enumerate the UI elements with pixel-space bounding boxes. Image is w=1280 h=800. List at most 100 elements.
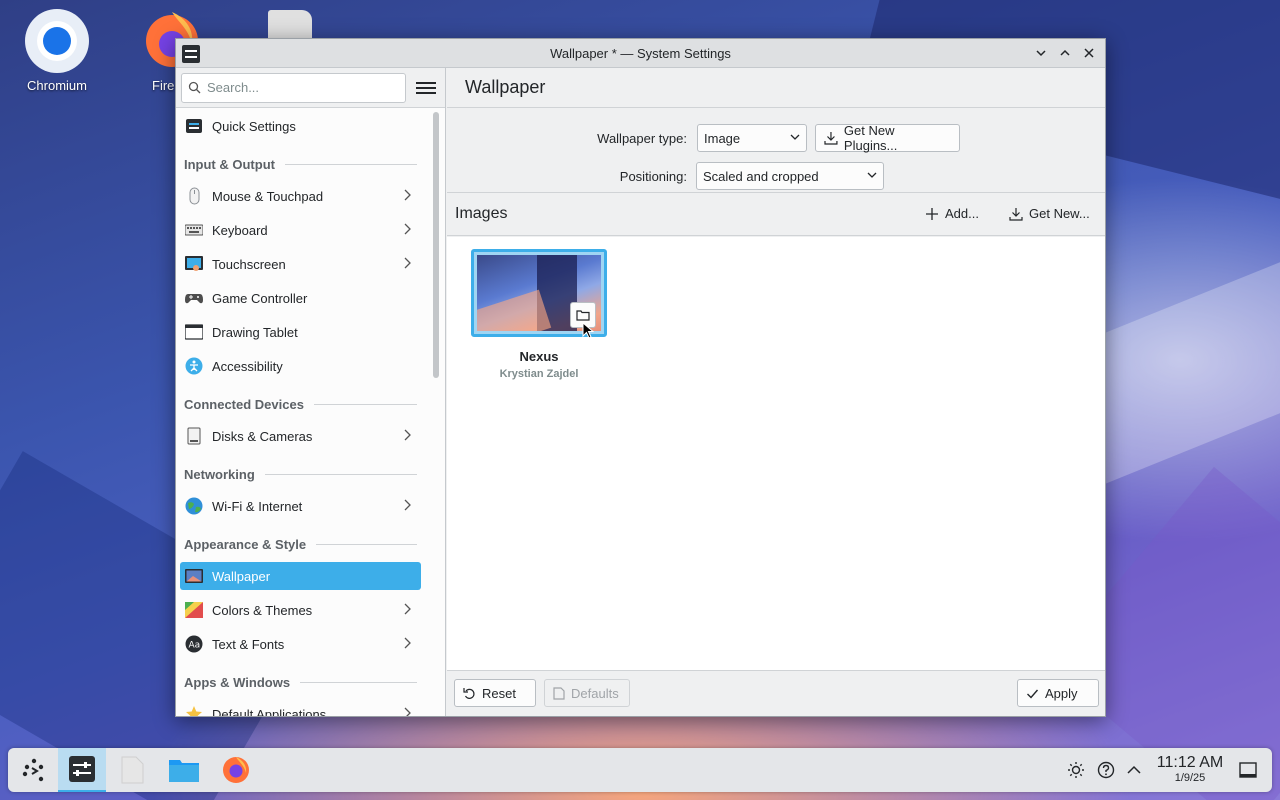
sidebar-item-default-applications[interactable]: Default Applications bbox=[180, 700, 421, 716]
positioning-label: Positioning: bbox=[619, 169, 687, 184]
chevron-down-icon bbox=[790, 133, 800, 144]
system-settings-app-icon[interactable] bbox=[182, 45, 200, 63]
chevron-right-icon bbox=[403, 603, 415, 618]
section-apps-windows: Apps & Windows bbox=[184, 672, 417, 692]
system-settings-icon bbox=[69, 756, 95, 782]
sidebar-item-drawing-tablet[interactable]: Drawing Tablet bbox=[180, 318, 421, 346]
sidebar-item-disks-cameras[interactable]: Disks & Cameras bbox=[180, 422, 421, 450]
accessibility-icon bbox=[185, 357, 203, 375]
window-titlebar[interactable]: Wallpaper * — System Settings bbox=[176, 39, 1105, 68]
close-icon bbox=[1084, 48, 1094, 58]
wallpaper-thumbnail[interactable] bbox=[471, 249, 607, 339]
disk-icon bbox=[185, 427, 203, 445]
wallpaper-form: Wallpaper type: Image Get New Plugins...… bbox=[447, 108, 1105, 193]
svg-text:Aa: Aa bbox=[189, 641, 201, 651]
folder-icon bbox=[576, 310, 590, 321]
positioning-select[interactable]: Scaled and cropped bbox=[696, 162, 884, 190]
launcher-icon bbox=[22, 758, 44, 782]
plus-icon bbox=[926, 207, 938, 220]
keyboard-icon bbox=[185, 221, 203, 239]
apply-button[interactable]: Apply bbox=[1017, 679, 1099, 707]
fonts-icon: Aa bbox=[185, 635, 203, 653]
mouse-icon bbox=[185, 187, 203, 205]
download-icon bbox=[1009, 207, 1023, 221]
gamepad-icon bbox=[185, 289, 203, 307]
chevron-up-icon bbox=[1060, 49, 1070, 56]
firefox-icon bbox=[223, 757, 249, 783]
chevron-right-icon bbox=[403, 429, 415, 444]
show-desktop-button[interactable] bbox=[1238, 760, 1258, 780]
sidebar-item-keyboard[interactable]: Keyboard bbox=[180, 216, 421, 244]
chevron-right-icon bbox=[403, 707, 415, 716]
wallpaper-name: Nexus bbox=[519, 349, 559, 364]
chevron-right-icon bbox=[403, 257, 415, 272]
chevron-up-icon bbox=[1127, 765, 1141, 774]
document-icon bbox=[121, 756, 144, 784]
sidebar-item-mouse-touchpad[interactable]: Mouse & Touchpad bbox=[180, 182, 421, 210]
get-new-wallpapers-button[interactable]: Get New... bbox=[1009, 206, 1090, 221]
system-settings-window: Wallpaper * — System Settings Search... … bbox=[175, 38, 1106, 717]
hamburger-menu-button[interactable] bbox=[416, 78, 436, 98]
dialog-button-bar: Reset Defaults Apply bbox=[447, 670, 1105, 716]
search-input[interactable] bbox=[207, 80, 397, 95]
wallpaper-type-select[interactable]: Image bbox=[697, 124, 807, 152]
chromium-icon bbox=[25, 9, 89, 73]
chevron-right-icon bbox=[403, 637, 415, 652]
close-button[interactable] bbox=[1079, 43, 1099, 63]
sidebar-item-game-controller[interactable]: Game Controller bbox=[180, 284, 421, 312]
sidebar-item-wifi-internet[interactable]: Wi-Fi & Internet bbox=[180, 492, 421, 520]
sidebar-nav: Quick Settings Input & Output Mouse & To… bbox=[176, 109, 429, 716]
star-icon bbox=[185, 705, 203, 716]
sidebar-scrollbar[interactable] bbox=[433, 112, 439, 378]
section-appearance-style: Appearance & Style bbox=[184, 534, 417, 554]
page-title: Wallpaper bbox=[447, 68, 1105, 108]
section-input-output: Input & Output bbox=[184, 154, 417, 174]
get-new-plugins-button[interactable]: Get New Plugins... bbox=[815, 123, 960, 153]
folder-icon bbox=[169, 760, 199, 782]
sidebar-item-touchscreen[interactable]: Touchscreen bbox=[180, 250, 421, 278]
undo-icon bbox=[463, 687, 475, 699]
images-header: Images Add... Get New... bbox=[447, 193, 1105, 236]
sidebar-item-colors-themes[interactable]: Colors & Themes bbox=[180, 596, 421, 624]
search-field[interactable] bbox=[181, 72, 406, 103]
maximize-button[interactable] bbox=[1055, 43, 1075, 63]
sidebar-item-wallpaper[interactable]: Wallpaper bbox=[180, 562, 421, 590]
desktop-file-icon[interactable] bbox=[268, 10, 312, 40]
application-launcher-button[interactable] bbox=[10, 748, 58, 792]
document-icon bbox=[553, 686, 565, 700]
mouse-cursor-icon bbox=[582, 322, 594, 339]
add-image-button[interactable]: Add... bbox=[925, 206, 979, 221]
wallpaper-icon bbox=[185, 567, 203, 585]
reset-button[interactable]: Reset bbox=[454, 679, 536, 707]
sidebar-item-quick-settings[interactable]: Quick Settings bbox=[180, 112, 421, 140]
quick-settings-icon bbox=[185, 117, 203, 135]
sidebar-item-text-fonts[interactable]: Aa Text & Fonts bbox=[180, 630, 421, 658]
taskbar-document[interactable] bbox=[108, 748, 156, 792]
chevron-down-icon bbox=[1036, 50, 1046, 57]
desktop-icon-chromium[interactable]: Chromium bbox=[12, 8, 102, 93]
brightness-icon[interactable] bbox=[1066, 760, 1086, 780]
drawing-tablet-icon bbox=[185, 323, 203, 341]
wallpaper-type-label: Wallpaper type: bbox=[597, 131, 687, 146]
clock-date: 1/9/25 bbox=[1174, 772, 1206, 784]
sidebar-item-accessibility[interactable]: Accessibility bbox=[180, 352, 421, 380]
digital-clock[interactable]: 11:12 AM 1/9/25 bbox=[1150, 754, 1230, 784]
wallpaper-thumbnail-card[interactable]: Nexus Krystian Zajdel bbox=[471, 249, 607, 380]
colors-themes-icon bbox=[185, 601, 203, 619]
help-icon[interactable] bbox=[1096, 760, 1116, 780]
window-title: Wallpaper * — System Settings bbox=[550, 45, 731, 61]
taskbar-firefox[interactable] bbox=[212, 748, 260, 792]
download-icon bbox=[824, 132, 838, 145]
defaults-button[interactable]: Defaults bbox=[544, 679, 630, 707]
wallpaper-grid: Nexus Krystian Zajdel bbox=[447, 237, 1105, 670]
minimize-button[interactable] bbox=[1031, 43, 1051, 63]
desktop-icon-label: Chromium bbox=[27, 78, 87, 93]
taskbar-file-manager[interactable] bbox=[160, 748, 208, 792]
taskbar-system-settings[interactable] bbox=[58, 748, 106, 792]
taskbar: 11:12 AM 1/9/25 bbox=[8, 748, 1272, 792]
globe-icon bbox=[185, 497, 203, 515]
show-desktop-icon bbox=[1239, 762, 1257, 778]
show-hidden-icons-button[interactable] bbox=[1124, 760, 1144, 780]
section-connected-devices: Connected Devices bbox=[184, 394, 417, 414]
touchscreen-icon bbox=[185, 255, 203, 273]
